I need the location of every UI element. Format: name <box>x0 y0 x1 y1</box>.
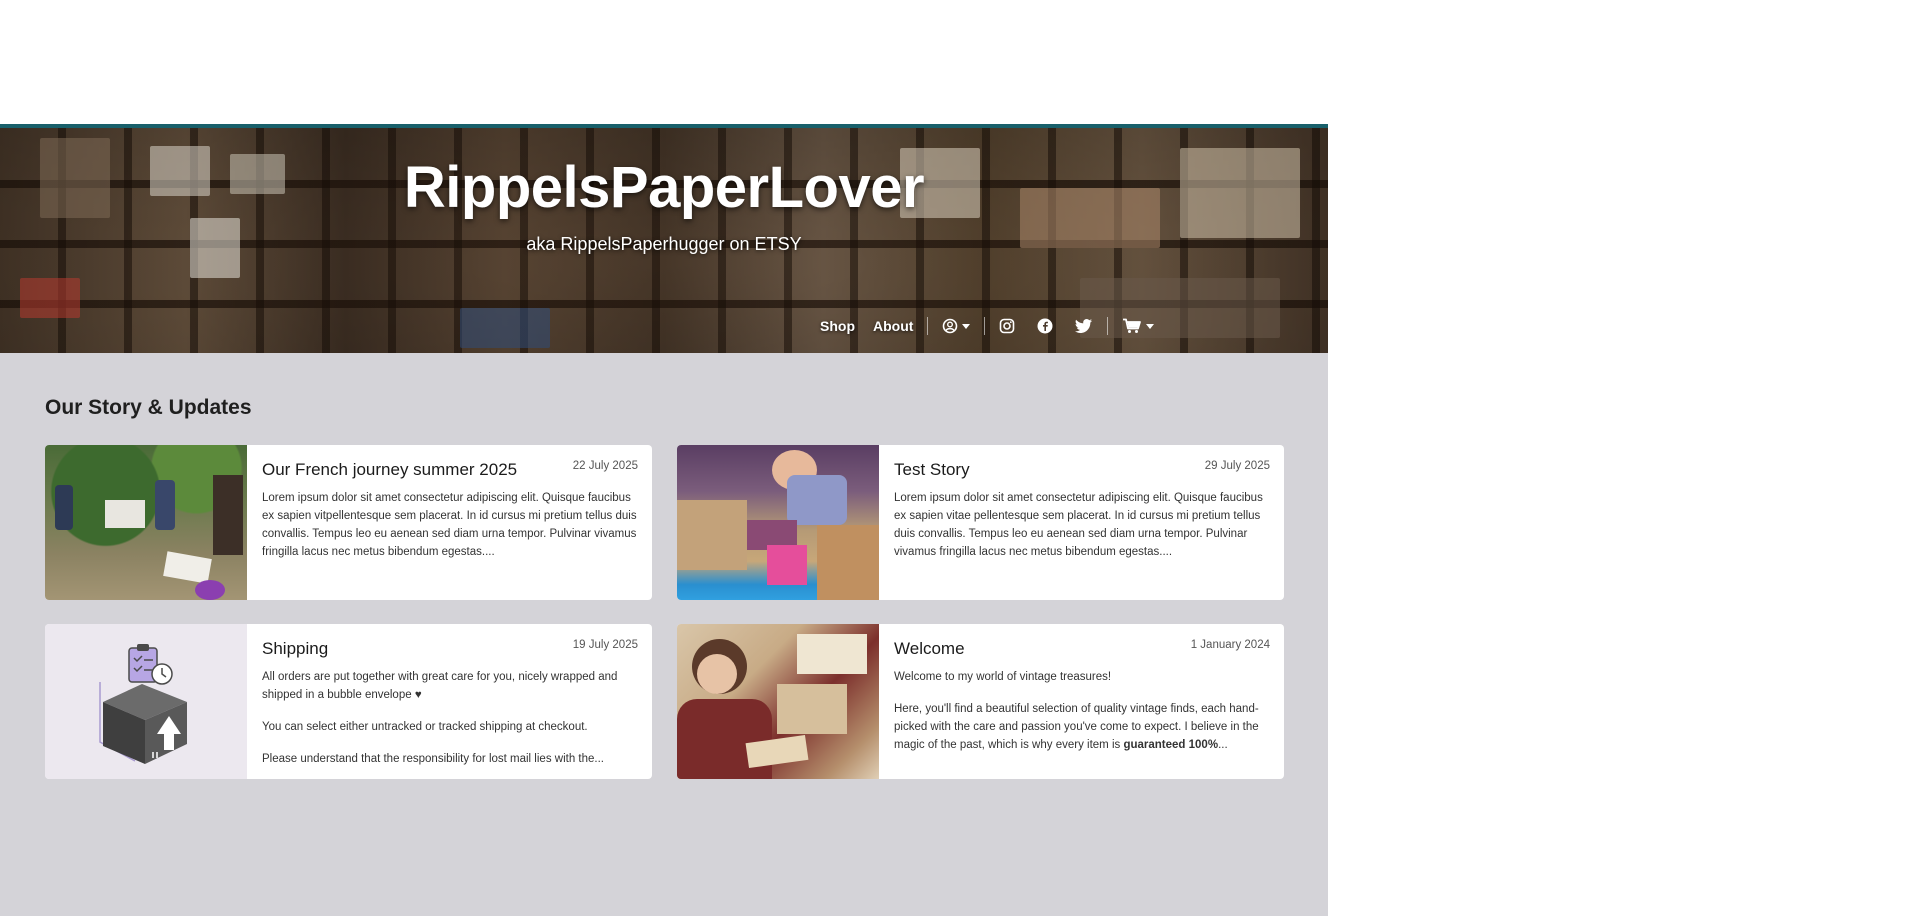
story-paragraph: You can select either untracked or track… <box>262 721 588 733</box>
story-emphasis: guaranteed 100% <box>1123 739 1219 751</box>
site-title[interactable]: RippelsPaperLover <box>0 154 1328 221</box>
story-thumbnail[interactable] <box>677 445 879 600</box>
story-card[interactable]: Test Story 29 July 2025 Lorem ipsum dolo… <box>677 445 1284 600</box>
nav-divider <box>984 317 986 335</box>
story-excerpt: Lorem ipsum dolor sit amet consectetur a… <box>894 489 1270 561</box>
story-card[interactable]: Shipping 19 July 2025 All orders are put… <box>45 624 652 779</box>
chevron-down-icon <box>1146 323 1155 329</box>
instagram-icon <box>1000 318 1015 334</box>
shelf-decoration <box>20 278 80 318</box>
facebook-link[interactable] <box>1037 318 1053 334</box>
account-icon <box>943 318 958 334</box>
story-card-body: Welcome 1 January 2024 Welcome to my wor… <box>879 624 1284 779</box>
story-ellipsis: ... <box>1218 739 1228 751</box>
site-subtitle: aka RippelsPaperhugger on ETSY <box>526 234 802 254</box>
story-paragraph: Lorem ipsum dolor sit amet consectetur a… <box>894 492 1263 558</box>
story-date: 29 July 2025 <box>1204 460 1270 472</box>
nav-divider <box>1107 317 1109 335</box>
package-icon <box>99 644 187 764</box>
story-card-body: Shipping 19 July 2025 All orders are put… <box>247 624 652 779</box>
hero-header: RippelsPaperLover aka RippelsPaperhugger… <box>0 124 1328 353</box>
story-paragraph: Please understand that the responsibilit… <box>262 753 604 765</box>
story-card-body: Test Story 29 July 2025 Lorem ipsum dolo… <box>879 445 1284 600</box>
story-excerpt: Lorem ipsum dolor sit amet consectetur a… <box>262 489 638 561</box>
cart-menu-button[interactable] <box>1122 318 1155 334</box>
nav-divider <box>927 317 929 335</box>
story-thumbnail[interactable] <box>677 624 879 779</box>
nav-shop-link[interactable]: Shop <box>820 318 855 334</box>
story-date: 22 July 2025 <box>572 460 638 472</box>
story-date: 19 July 2025 <box>572 639 638 651</box>
story-excerpt: Welcome to my world of vintage treasures… <box>894 668 1270 754</box>
chevron-down-icon <box>962 323 971 329</box>
main-nav: Shop About <box>820 314 1155 338</box>
story-paragraph: Here, you'll find a beautiful selection … <box>894 700 1270 754</box>
story-thumbnail[interactable] <box>45 445 247 600</box>
story-paragraph: All orders are put together with great c… <box>262 671 618 701</box>
story-card-body: Our French journey summer 2025 22 July 2… <box>247 445 652 600</box>
story-card[interactable]: Our French journey summer 2025 22 July 2… <box>45 445 652 600</box>
cart-icon <box>1123 318 1142 333</box>
twitter-link[interactable] <box>1075 318 1093 334</box>
shelf-decoration <box>460 308 550 348</box>
facebook-icon <box>1037 318 1053 334</box>
story-card[interactable]: Welcome 1 January 2024 Welcome to my wor… <box>677 624 1284 779</box>
nav-about-link[interactable]: About <box>873 318 913 334</box>
section-title: Our Story & Updates <box>45 396 252 419</box>
story-thumbnail[interactable] <box>45 624 247 779</box>
story-paragraph: Lorem ipsum dolor sit amet consectetur a… <box>262 492 637 558</box>
twitter-icon <box>1075 319 1093 333</box>
instagram-link[interactable] <box>999 318 1015 334</box>
story-excerpt: All orders are put together with great c… <box>262 668 638 768</box>
story-paragraph: Welcome to my world of vintage treasures… <box>894 671 1112 683</box>
story-date: 1 January 2024 <box>1190 639 1270 651</box>
account-menu-button[interactable] <box>942 318 971 334</box>
